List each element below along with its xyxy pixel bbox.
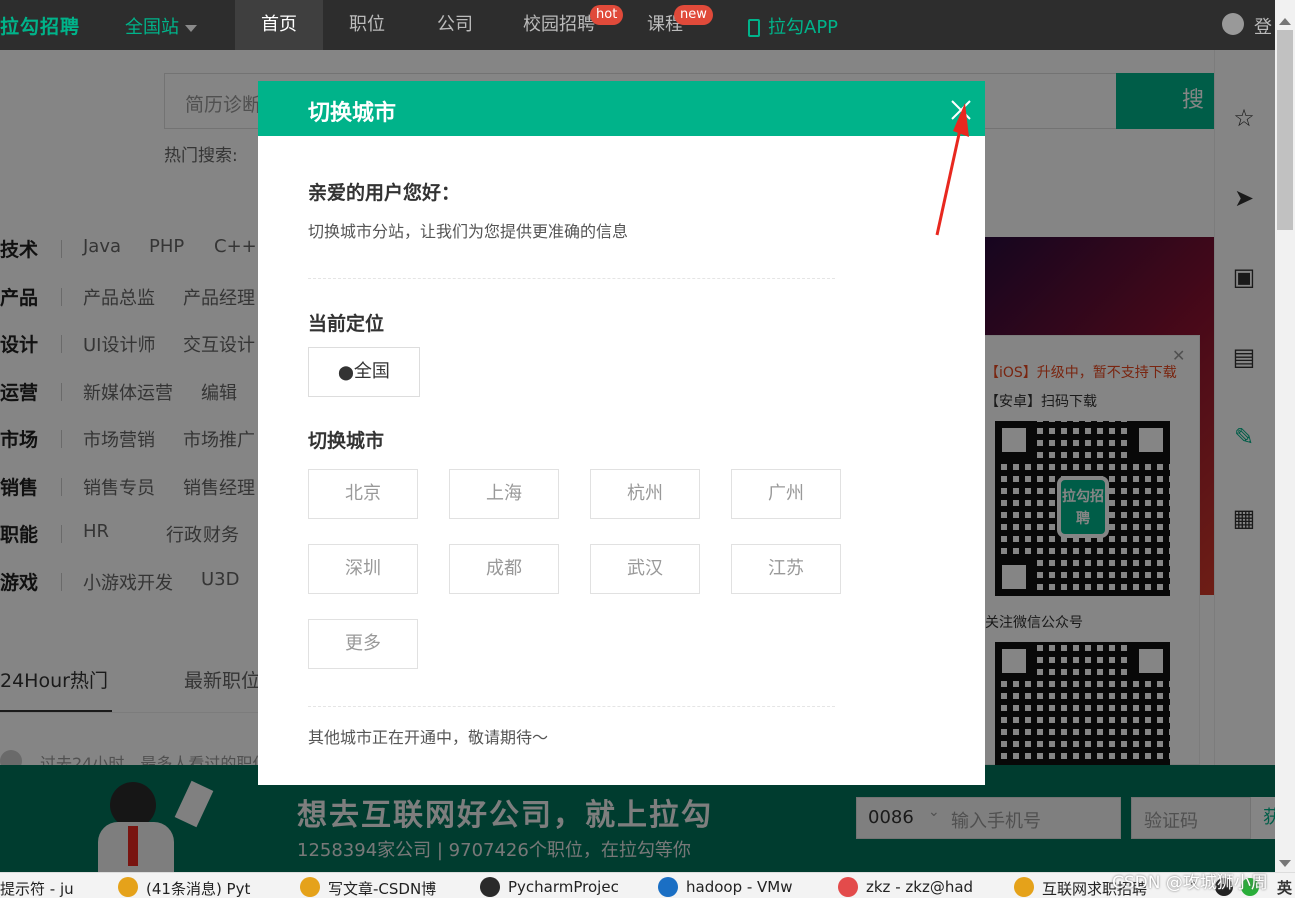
city-button[interactable]: 北京 [308, 469, 418, 519]
city-button[interactable]: 更多 [308, 619, 418, 669]
modal-title: 切换城市 [308, 101, 397, 126]
divider [308, 278, 835, 279]
modal-note: 其他城市正在开通中，敬请期待～ [308, 728, 549, 747]
greeting-heading: 亲爱的用户您好： [308, 182, 461, 204]
nav-home[interactable]: 首页 [235, 0, 323, 50]
taskbar-item[interactable]: PycharmProjec [508, 878, 619, 896]
scroll-down-icon[interactable] [1279, 860, 1291, 867]
taskbar-app-icon[interactable] [300, 877, 320, 897]
city-button[interactable]: 成都 [449, 544, 559, 594]
nav-campus[interactable]: 校园招聘 [515, 0, 603, 50]
hot-badge: hot [590, 5, 624, 25]
city-button[interactable]: 上海 [449, 469, 559, 519]
taskbar-item[interactable]: (41条消息) Pyt [146, 878, 250, 898]
phone-icon [748, 19, 760, 37]
chevron-down-icon [185, 24, 197, 32]
current-location-button[interactable]: ⬤全国 [308, 347, 420, 397]
lagou-logo[interactable]: 拉勾招聘 [0, 12, 80, 39]
taskbar-item[interactable]: zkz - zkz@had [866, 878, 973, 896]
city-button[interactable]: 武汉 [590, 544, 700, 594]
taskbar-app-icon[interactable] [480, 877, 500, 897]
app-download-link[interactable]: 拉勾APP [748, 13, 838, 39]
site-selector[interactable]: 全国站 [125, 13, 197, 39]
login-link[interactable]: 登 [1254, 13, 1272, 39]
nav-jobs[interactable]: 职位 [323, 0, 411, 50]
city-button[interactable]: 杭州 [590, 469, 700, 519]
taskbar-app-icon[interactable] [658, 877, 678, 897]
new-badge: new [674, 5, 713, 25]
city-button[interactable]: 江苏 [731, 544, 841, 594]
taskbar-item[interactable]: hadoop - VMw [686, 878, 793, 896]
taskbar-app-icon[interactable] [1014, 877, 1034, 897]
city-button[interactable]: 广州 [731, 469, 841, 519]
csdn-watermark: CSDN @攻城狮小周 [1112, 873, 1268, 893]
annotation-arrow [935, 103, 969, 236]
divider [308, 706, 835, 707]
city-button[interactable]: 深圳 [308, 544, 418, 594]
scrollbar-thumb[interactable] [1277, 30, 1293, 230]
app-label: 拉勾APP [768, 17, 839, 38]
taskbar-app-icon[interactable] [118, 877, 138, 897]
location-pin-icon: ⬤ [338, 365, 354, 381]
current-city-label: 全国 [353, 361, 390, 382]
user-avatar-icon[interactable] [1222, 13, 1244, 35]
scroll-up-icon[interactable] [1279, 18, 1291, 25]
taskbar-item[interactable]: 提示符 - ju [0, 878, 74, 898]
current-location-heading: 当前定位 [308, 313, 385, 335]
taskbar-app-icon[interactable] [838, 877, 858, 897]
taskbar-item[interactable]: 写文章-CSDN博 [328, 878, 436, 898]
site-label: 全国站 [125, 17, 179, 38]
nav-companies[interactable]: 公司 [411, 0, 499, 50]
switch-city-heading: 切换城市 [308, 430, 385, 452]
modal-description: 切换城市分站，让我们为您提供更准确的信息 [308, 222, 629, 241]
ime-indicator[interactable]: 英 [1277, 877, 1292, 898]
